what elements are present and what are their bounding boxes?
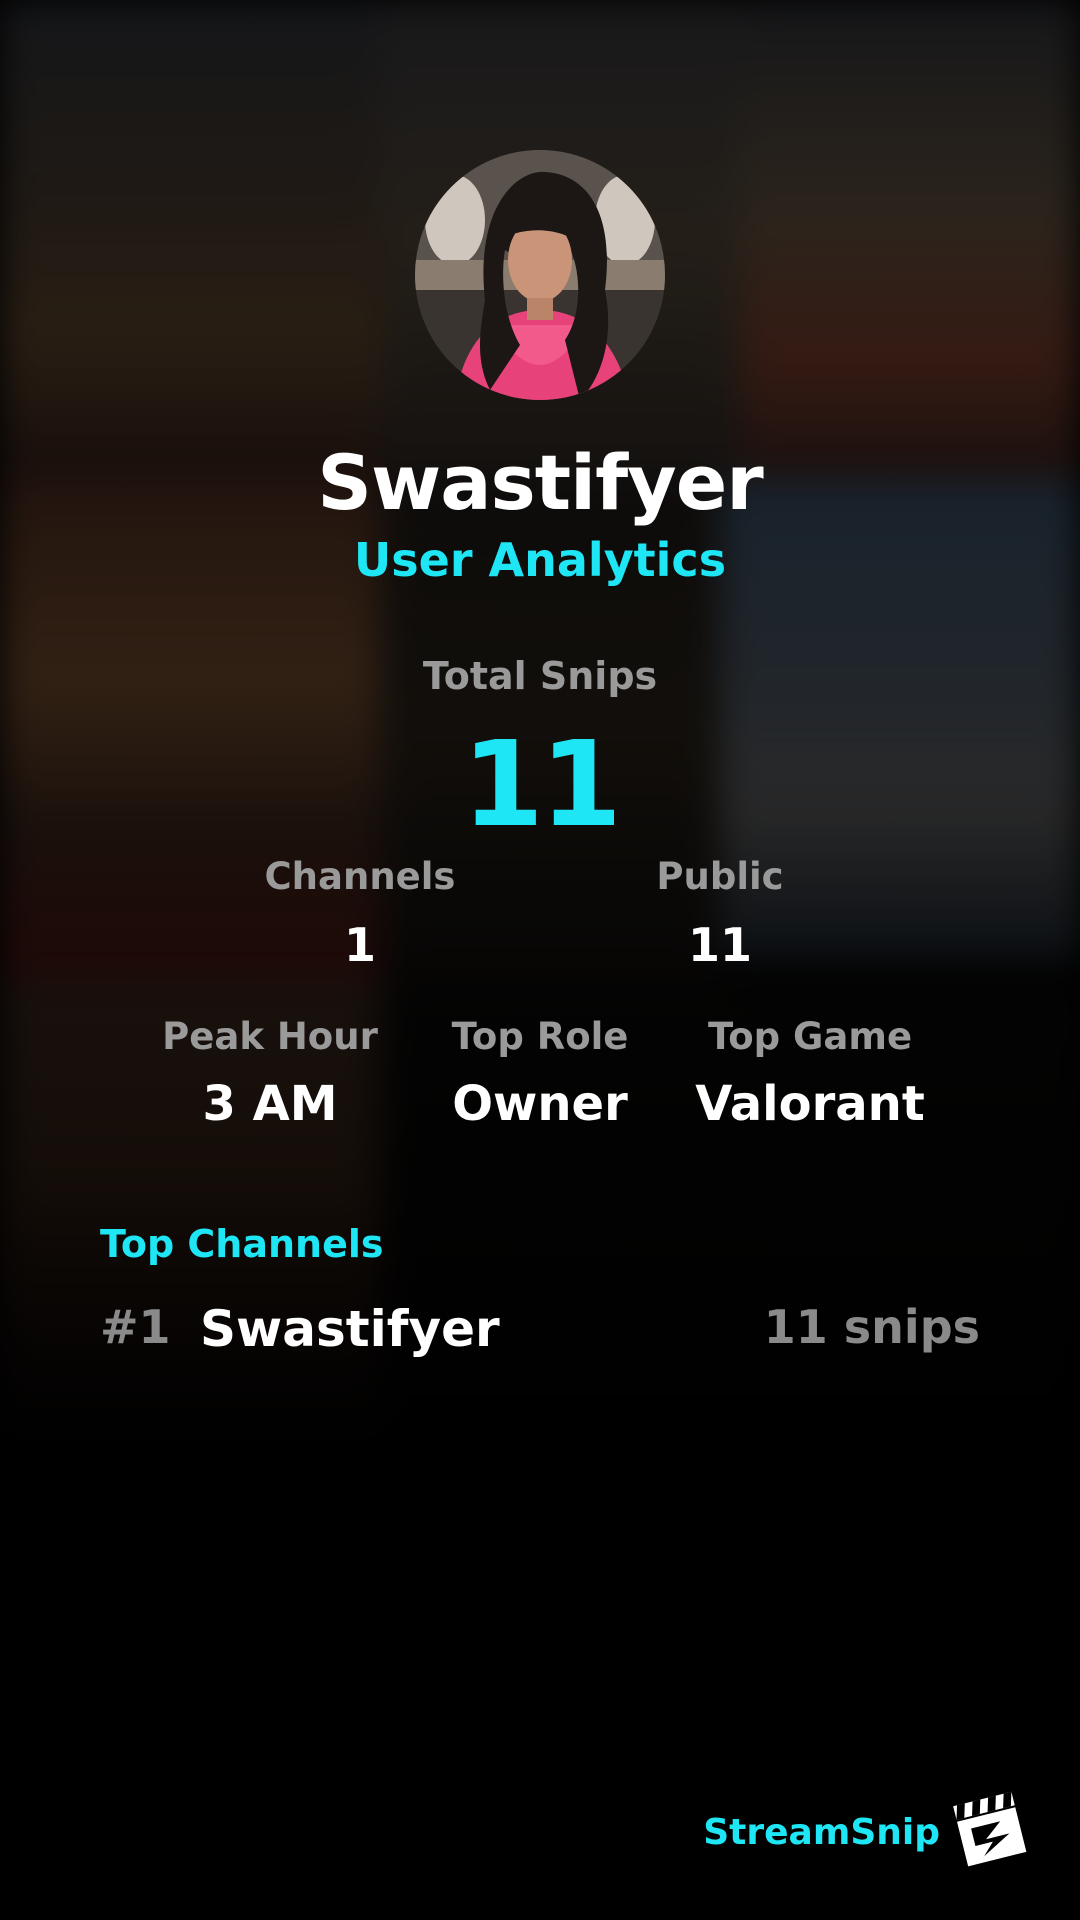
channel-rank: #1 bbox=[100, 1300, 171, 1354]
stat-label: Channels bbox=[264, 855, 456, 898]
stat-top-game: Top Game Valorant bbox=[680, 1015, 940, 1132]
total-snips-label: Total Snips bbox=[422, 654, 658, 698]
total-snips-value: 11 bbox=[461, 715, 622, 853]
stat-label: Top Role bbox=[451, 1015, 629, 1058]
analytics-card: Swastifyer User Analytics Total Snips 11… bbox=[0, 0, 1080, 1920]
stat-value: 3 AM bbox=[202, 1076, 338, 1132]
stat-value: 11 bbox=[687, 918, 752, 972]
stat-label: Peak Hour bbox=[162, 1015, 378, 1058]
top-channels-title: Top Channels bbox=[100, 1222, 384, 1266]
stat-top-role: Top Role Owner bbox=[410, 1015, 670, 1132]
page-subtitle: User Analytics bbox=[353, 533, 727, 587]
username: Swastifyer bbox=[317, 438, 763, 527]
channel-row: #1 Swastifyer 11 snips bbox=[100, 1300, 980, 1364]
stat-public: Public 11 bbox=[590, 855, 850, 972]
stat-value: Valorant bbox=[695, 1076, 925, 1132]
stat-peak-hour: Peak Hour 3 AM bbox=[140, 1015, 400, 1132]
avatar bbox=[415, 150, 665, 400]
avatar-image bbox=[415, 150, 665, 400]
stat-value: Owner bbox=[452, 1076, 628, 1132]
channel-name: Swastifyer bbox=[200, 1300, 500, 1358]
clapperboard-icon bbox=[953, 1791, 1027, 1867]
stat-label: Public bbox=[656, 855, 784, 898]
stat-channels: Channels 1 bbox=[230, 855, 490, 972]
brand-name: StreamSnip bbox=[703, 1812, 940, 1853]
stat-label: Top Game bbox=[707, 1015, 913, 1058]
stat-value: 1 bbox=[343, 918, 376, 972]
channel-snip-count: 11 snips bbox=[763, 1300, 980, 1354]
brand-footer: StreamSnip bbox=[700, 1790, 1030, 1880]
